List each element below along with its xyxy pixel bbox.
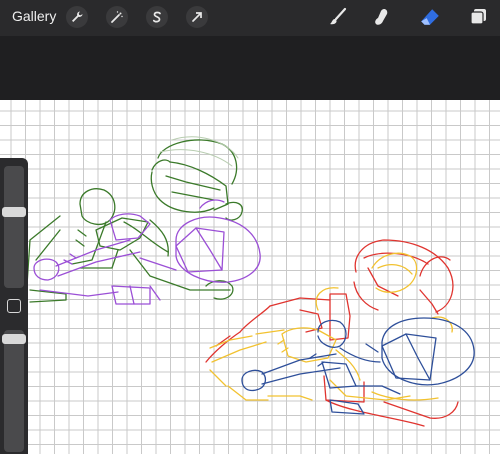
gallery-button[interactable]: Gallery — [12, 8, 56, 24]
brush-button[interactable] — [326, 5, 350, 29]
eraser-button[interactable] — [418, 5, 442, 29]
adjustments-button[interactable] — [106, 6, 128, 28]
brush-icon — [330, 7, 347, 25]
selection-s-icon — [152, 11, 161, 23]
transform-button[interactable] — [186, 6, 208, 28]
brush-size-handle[interactable] — [2, 207, 26, 218]
layers-button[interactable] — [466, 5, 490, 29]
purple-sketch — [33, 199, 261, 305]
blue-sketch — [241, 317, 475, 415]
actions-button[interactable] — [66, 6, 88, 28]
toolbar-background — [0, 36, 500, 100]
smudge-icon — [375, 9, 388, 25]
drawing-canvas[interactable] — [0, 100, 500, 454]
brush-size-slider[interactable] — [2, 166, 26, 288]
sketch-drawing — [25, 136, 475, 427]
brush-sidebar — [0, 158, 28, 454]
wrench-icon — [72, 11, 83, 22]
opacity-handle[interactable] — [2, 334, 26, 344]
layers-icon — [470, 9, 486, 25]
transform-arrow-icon — [192, 12, 202, 22]
smudge-button[interactable] — [370, 5, 394, 29]
magic-wand-icon — [111, 11, 123, 23]
modify-button[interactable] — [7, 299, 21, 313]
yellow-sketch — [209, 252, 453, 401]
eraser-icon — [421, 9, 439, 25]
selection-button[interactable] — [146, 6, 168, 28]
green-sketch — [25, 139, 243, 303]
opacity-slider[interactable] — [2, 330, 26, 452]
top-toolbar: Gallery — [0, 0, 500, 36]
